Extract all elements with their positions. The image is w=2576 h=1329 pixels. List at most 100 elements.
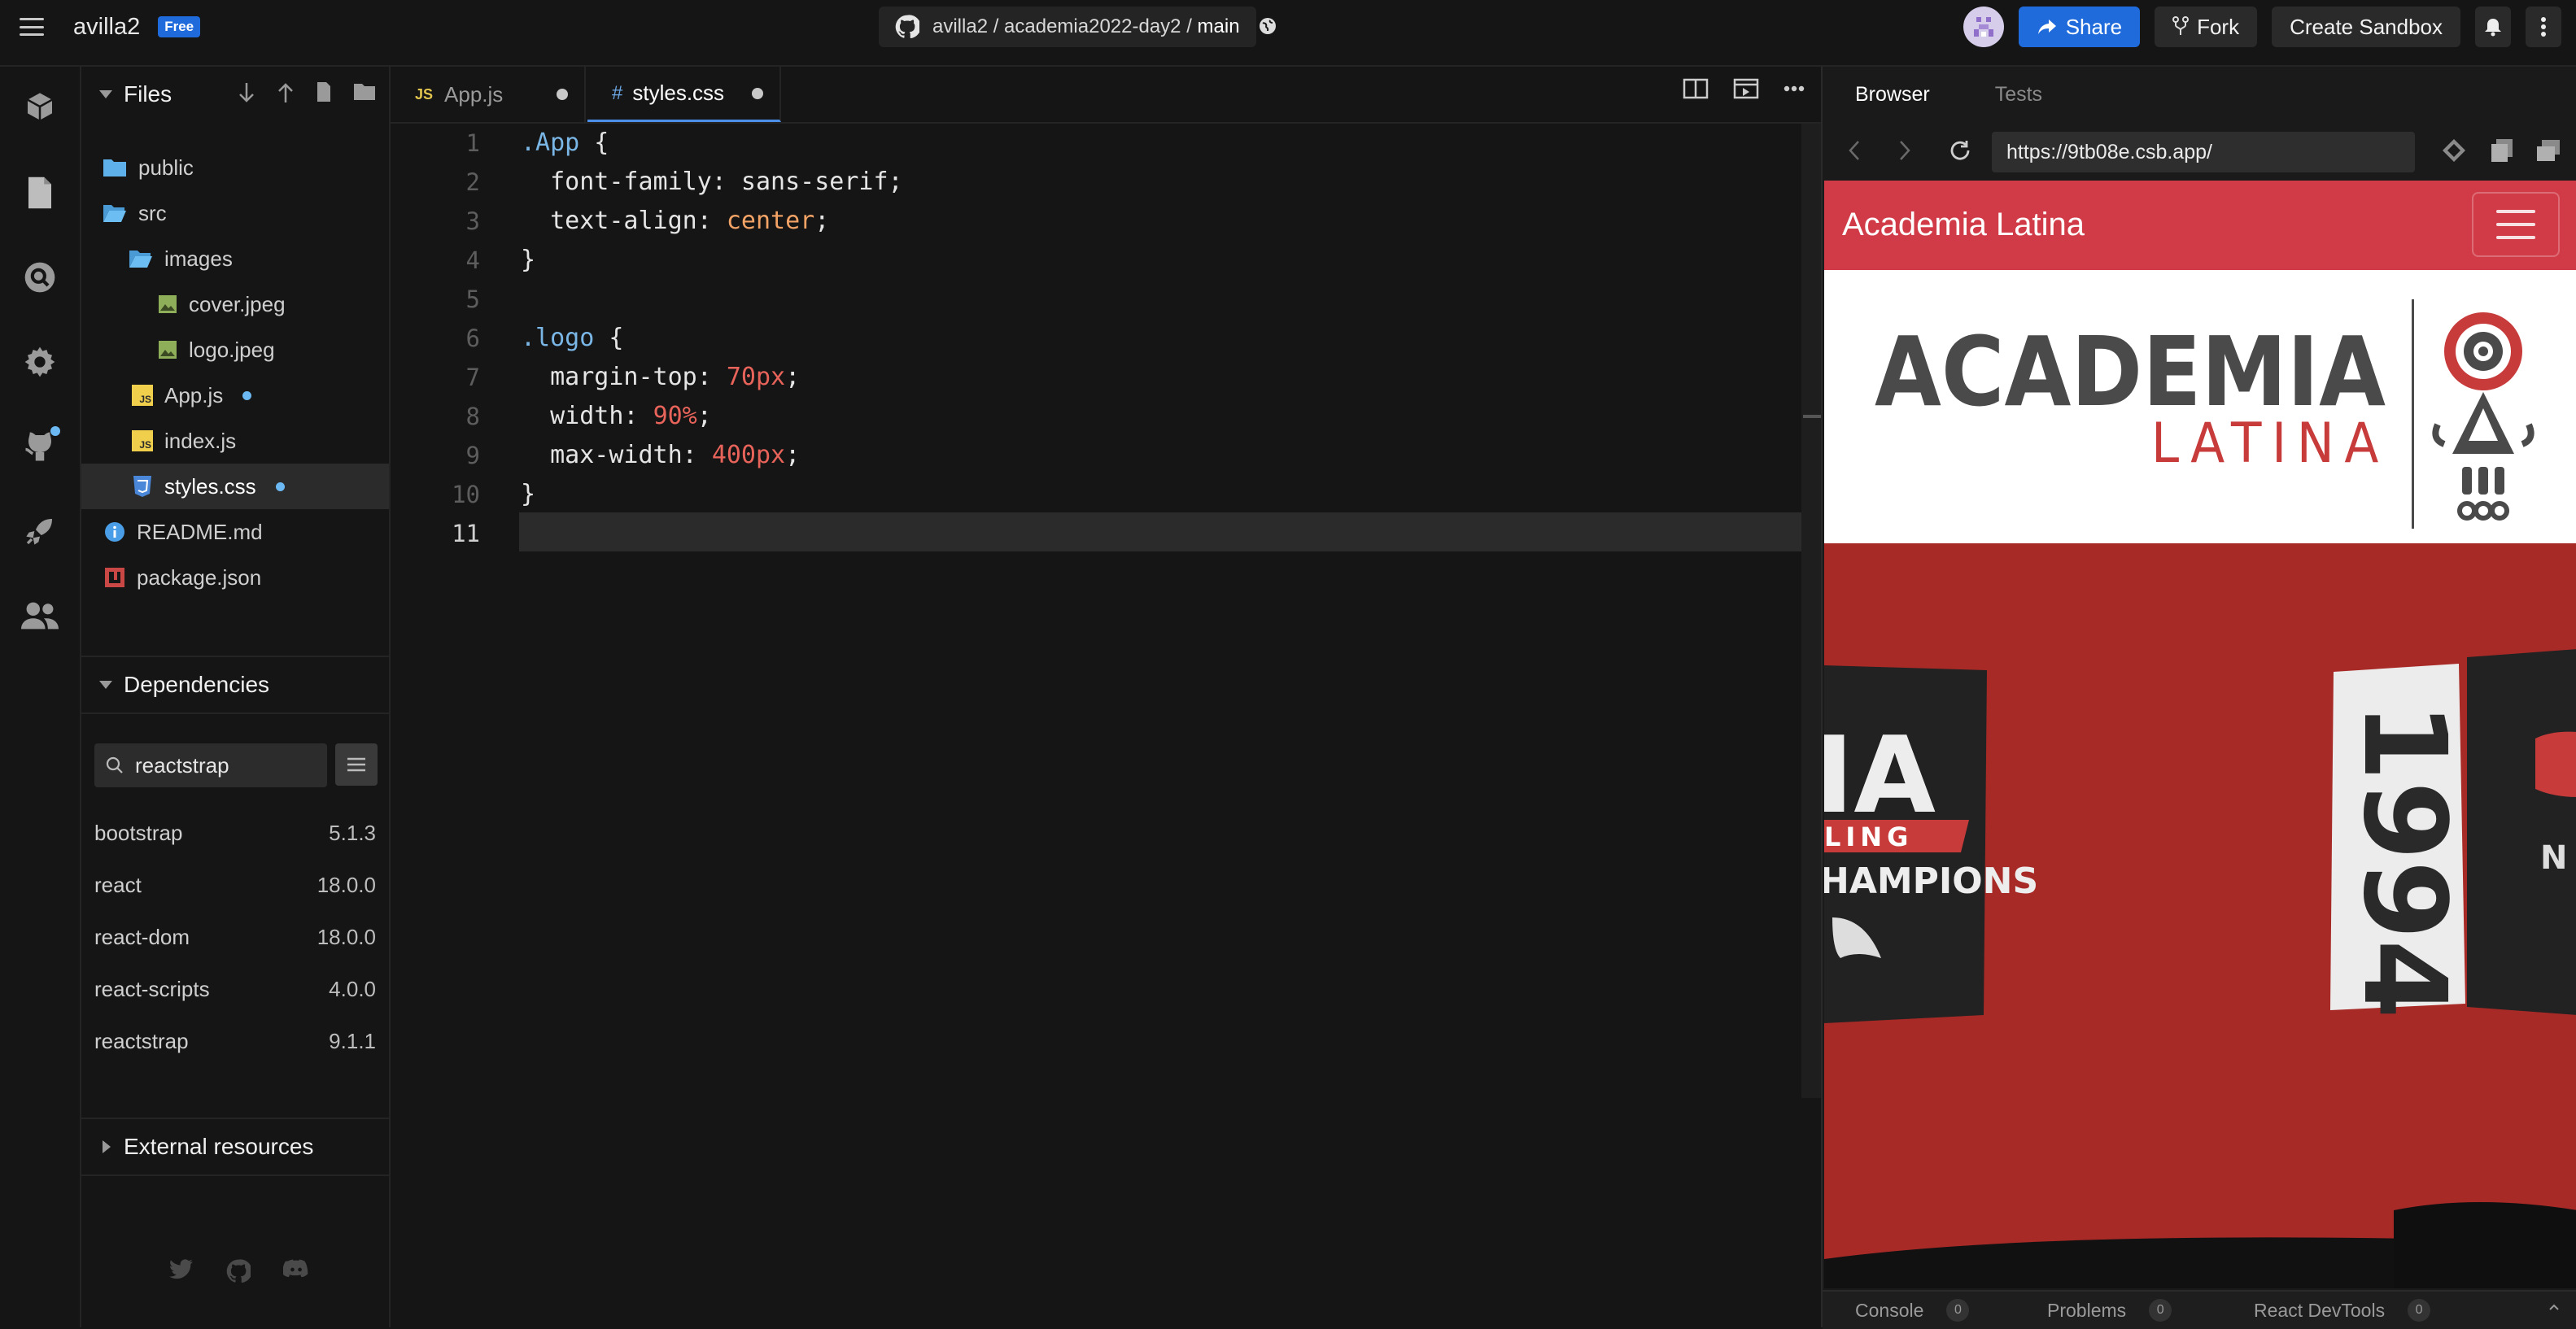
code-line[interactable]: } <box>521 241 535 280</box>
twitter-icon[interactable] <box>169 1259 194 1280</box>
preview-tabs: Browser Tests <box>1823 67 2576 122</box>
problems-count: 0 <box>2149 1299 2172 1322</box>
svg-text:LING: LING <box>1824 821 1913 852</box>
github-panel-button[interactable] <box>18 425 62 468</box>
open-new-window-icon[interactable] <box>2535 138 2561 163</box>
new-folder-icon[interactable] <box>353 81 376 101</box>
line-number: 3 <box>465 207 480 235</box>
files-header[interactable]: Files <box>81 67 389 122</box>
share-arrow-icon <box>2037 20 2056 34</box>
dependency-item[interactable]: bootstrap 5.1.3 <box>94 810 376 856</box>
dependencies-header[interactable]: Dependencies <box>81 657 389 712</box>
more-horizontal-icon[interactable] <box>1784 85 1805 92</box>
arrow-down-icon[interactable] <box>238 81 255 104</box>
github-icon[interactable] <box>226 1259 251 1283</box>
copy-icon[interactable] <box>2490 137 2514 163</box>
css-file-icon <box>132 475 153 498</box>
project-info-button[interactable] <box>18 85 62 129</box>
dependency-version[interactable]: 18.0.0 <box>317 873 376 898</box>
top-bar-left: avilla2 Free <box>20 0 201 54</box>
tree-item-index-js[interactable]: JS index.js <box>81 418 389 464</box>
username[interactable]: avilla2 <box>73 14 140 41</box>
code-line[interactable]: .App { <box>521 124 609 163</box>
tree-item-styles-css[interactable]: styles.css <box>81 464 389 509</box>
code-line[interactable]: .logo { <box>521 319 623 358</box>
problems-tab[interactable]: Problems 0 <box>2047 1299 2172 1322</box>
cube-icon <box>27 93 53 120</box>
fork-button[interactable]: Fork <box>2155 7 2258 47</box>
split-view-icon[interactable] <box>1683 78 1709 99</box>
file-icon <box>28 176 51 209</box>
live-collab-button[interactable] <box>18 594 62 638</box>
back-arrow-icon[interactable] <box>1847 139 1862 162</box>
arrow-up-icon[interactable] <box>277 81 295 104</box>
cover-photo: IA LING HAMPIONS 1994 N <box>1824 543 2576 1288</box>
create-sandbox-button[interactable]: Create Sandbox <box>2272 7 2460 47</box>
dependency-version[interactable]: 9.1.1 <box>329 1029 376 1054</box>
share-button[interactable]: Share <box>2018 7 2141 47</box>
search-button[interactable] <box>18 255 62 299</box>
code-line[interactable]: max-width: 400px; <box>521 436 800 475</box>
tree-item-label: public <box>138 155 194 180</box>
globe-icon[interactable] <box>1258 16 1277 36</box>
external-resources-header[interactable]: External resources <box>81 1119 389 1174</box>
code-line[interactable]: text-align: center; <box>521 202 829 241</box>
tab-styles-css[interactable]: # styles.css <box>587 67 781 122</box>
avatar[interactable] <box>1963 7 2004 47</box>
js-file-icon: JS <box>132 430 153 451</box>
menu-icon[interactable] <box>20 18 44 36</box>
dependency-item[interactable]: react-dom 18.0.0 <box>94 914 376 960</box>
editor-scrollbar[interactable] <box>1801 124 1821 1098</box>
preview-window-icon[interactable] <box>1733 78 1759 99</box>
refresh-icon[interactable] <box>1948 138 1972 163</box>
dependency-item[interactable]: react 18.0.0 <box>94 862 376 908</box>
new-file-icon[interactable] <box>316 81 332 102</box>
dependency-item[interactable]: react-scripts 4.0.0 <box>94 966 376 1012</box>
settings-button[interactable] <box>18 340 62 384</box>
react-devtools-tab[interactable]: React DevTools 0 <box>2254 1299 2431 1322</box>
unsaved-dot-icon[interactable] <box>557 89 568 100</box>
search-icon <box>106 756 123 773</box>
repo-link[interactable]: avilla2 / academia2022-day2 / main <box>879 7 1256 47</box>
modified-dot-icon <box>242 390 252 400</box>
expand-panel-icon[interactable] <box>2548 1303 2560 1311</box>
tree-item-logo-jpeg[interactable]: logo.jpeg <box>81 327 389 373</box>
tree-item-readme[interactable]: README.md <box>81 509 389 555</box>
tree-item-images[interactable]: images <box>81 236 389 281</box>
code-line[interactable]: margin-top: 70px; <box>521 358 800 397</box>
tree-item-public[interactable]: public <box>81 145 389 190</box>
dependency-item[interactable]: reactstrap 9.1.1 <box>94 1018 376 1064</box>
line-number: 2 <box>465 168 480 196</box>
code-line[interactable]: font-family: sans-serif; <box>521 163 903 202</box>
svg-text:HAMPIONS: HAMPIONS <box>1824 861 2038 902</box>
dependency-list-button[interactable] <box>335 743 378 786</box>
more-options-button[interactable] <box>2526 7 2561 47</box>
url-input[interactable]: https://9tb08e.csb.app/ <box>1992 132 2415 172</box>
notifications-button[interactable] <box>2475 7 2511 47</box>
code-line[interactable]: } <box>521 475 535 514</box>
editor-tabs: JS App.js # styles.css <box>391 67 1821 124</box>
tree-item-app-js[interactable]: JS App.js <box>81 373 389 418</box>
dependency-version[interactable]: 4.0.0 <box>329 977 376 1002</box>
tree-item-cover-jpeg[interactable]: cover.jpeg <box>81 281 389 327</box>
deployment-button[interactable] <box>18 509 62 553</box>
line-number: 10 <box>452 481 480 508</box>
dependency-search-input[interactable]: reactstrap <box>94 743 327 787</box>
forward-arrow-icon[interactable] <box>1897 139 1912 162</box>
dependency-version[interactable]: 18.0.0 <box>317 925 376 950</box>
code-line[interactable]: width: 90%; <box>521 397 712 436</box>
codesandbox-icon[interactable] <box>2441 137 2467 163</box>
navbar-toggler-button[interactable] <box>2472 192 2560 257</box>
tab-app-js[interactable]: JS App.js <box>391 67 586 122</box>
discord-icon[interactable] <box>283 1259 309 1280</box>
dependency-version[interactable]: 5.1.3 <box>329 821 376 846</box>
tree-item-package-json[interactable]: package.json <box>81 555 389 600</box>
console-tab[interactable]: Console 0 <box>1855 1299 1970 1322</box>
css-hash-icon: # <box>612 81 623 104</box>
explorer-button[interactable] <box>18 171 62 215</box>
tab-browser[interactable]: Browser <box>1855 83 1930 107</box>
navbar-brand[interactable]: Academia Latina <box>1842 207 2085 243</box>
tab-tests[interactable]: Tests <box>1995 83 2042 107</box>
tree-item-src[interactable]: src <box>81 190 389 236</box>
unsaved-dot-icon[interactable] <box>752 87 763 99</box>
